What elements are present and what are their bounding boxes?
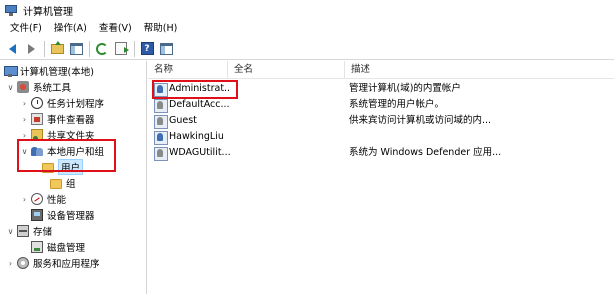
tree-label-performance: 性能: [47, 195, 67, 206]
export-list-icon[interactable]: [113, 41, 129, 57]
column-header-name[interactable]: 名称: [148, 61, 228, 78]
chevron-down-icon[interactable]: ∨: [20, 143, 29, 159]
tree-item-shared-folders[interactable]: › 共享文件夹: [20, 127, 95, 143]
chevron-down-icon[interactable]: ∨: [6, 79, 15, 95]
tree-item-disk-management[interactable]: 磁盘管理: [31, 239, 85, 255]
tree-label-users: 用户: [58, 159, 84, 175]
tree-label-services-apps: 服务和应用程序: [33, 259, 100, 270]
folder-icon: [50, 179, 62, 189]
show-hide-tree-icon[interactable]: [68, 41, 84, 57]
computer-icon: [4, 65, 18, 77]
tree-item-groups[interactable]: 组: [50, 175, 76, 191]
toolbox-icon: [17, 81, 29, 93]
title-bar: 计算机管理: [0, 0, 614, 20]
help-icon[interactable]: ?: [139, 41, 155, 57]
row-description: 管理计算机(域)的内置帐户: [349, 83, 461, 94]
tree-item-services-apps[interactable]: › 服务和应用程序: [6, 255, 100, 271]
menu-help[interactable]: 帮助(H): [138, 20, 184, 38]
tree-item-system-tools[interactable]: ∨ 系统工具: [6, 79, 71, 95]
chevron-right-icon[interactable]: ›: [6, 255, 15, 271]
row-name: WDAGUtilit...: [169, 147, 231, 158]
properties-pane-icon[interactable]: [158, 41, 174, 57]
row-fullname: [234, 145, 344, 161]
table-row[interactable]: WDAGUtilit... 系统为 Windows Defender 应用...: [148, 145, 614, 161]
refresh-icon[interactable]: [94, 41, 110, 57]
navigation-tree: 计算机管理(本地) ∨ 系统工具 › 任务计划程序 › 事件查看器 › 共享文件…: [0, 61, 147, 294]
row-name: Guest: [169, 115, 197, 126]
up-folder-icon[interactable]: [49, 40, 65, 57]
storage-icon: [17, 225, 29, 237]
menu-action[interactable]: 操作(A): [48, 20, 93, 38]
tree-item-event-viewer[interactable]: › 事件查看器: [20, 111, 95, 127]
disabled-user-icon: [154, 147, 168, 161]
tree-item-root[interactable]: 计算机管理(本地): [4, 63, 94, 79]
folder-icon: [42, 163, 54, 173]
disk-icon: [31, 241, 43, 253]
user-icon: [154, 83, 168, 97]
chevron-right-icon[interactable]: ›: [20, 111, 29, 127]
row-description: [349, 129, 611, 145]
table-row[interactable]: HawkingLiu: [148, 129, 614, 145]
tree-item-storage[interactable]: ∨ 存储: [6, 223, 52, 239]
menu-file[interactable]: 文件(F): [4, 20, 48, 38]
computer-management-icon: [5, 4, 17, 16]
row-name: HawkingLiu: [169, 131, 224, 142]
toolbar: ?: [0, 38, 614, 60]
user-list-pane: 名称 全名 描述 Administrat... 管理计算机(域)的内置帐户 De…: [148, 61, 614, 294]
clock-icon: [31, 97, 43, 109]
row-description: 供来宾访问计算机或访问域的内...: [349, 115, 492, 126]
table-row[interactable]: Guest 供来宾访问计算机或访问域的内...: [148, 113, 614, 129]
window-title: 计算机管理: [23, 6, 73, 18]
toolbar-separator: [134, 40, 135, 57]
row-name: DefaultAcc...: [169, 99, 230, 110]
menu-bar: 文件(F) 操作(A) 查看(V) 帮助(H): [0, 20, 614, 38]
disabled-user-icon: [154, 99, 168, 113]
row-fullname: [234, 113, 344, 129]
header-divider: [148, 78, 614, 79]
row-fullname: [234, 129, 344, 145]
shared-folder-icon: [31, 129, 43, 141]
chevron-down-icon[interactable]: ∨: [6, 223, 15, 239]
performance-gauge-icon: [31, 193, 43, 205]
row-fullname: [234, 81, 344, 97]
row-name: Administrat...: [169, 83, 231, 94]
event-log-icon: [31, 113, 43, 125]
users-group-icon: [31, 145, 43, 157]
back-arrow-icon[interactable]: [4, 41, 20, 57]
tree-label-shared-folders: 共享文件夹: [47, 131, 95, 142]
tree-label-task-scheduler: 任务计划程序: [47, 99, 105, 110]
disabled-user-icon: [154, 115, 168, 129]
row-description: 系统为 Windows Defender 应用...: [349, 147, 502, 158]
forward-arrow-icon[interactable]: [23, 41, 39, 57]
tree-item-task-scheduler[interactable]: › 任务计划程序: [20, 95, 104, 111]
row-description: 系统管理的用户帐户。: [349, 99, 445, 110]
table-row[interactable]: Administrat... 管理计算机(域)的内置帐户: [148, 81, 614, 97]
device-manager-icon: [31, 209, 43, 221]
tree-item-local-users-groups[interactable]: ∨ 本地用户和组: [20, 143, 104, 159]
toolbar-separator: [44, 40, 45, 57]
column-header-fullname[interactable]: 全名: [228, 61, 345, 78]
table-row[interactable]: DefaultAcc... 系统管理的用户帐户。: [148, 97, 614, 113]
tree-label-system-tools: 系统工具: [33, 83, 72, 94]
tree-item-performance[interactable]: › 性能: [20, 191, 66, 207]
row-fullname: [234, 97, 344, 113]
chevron-right-icon[interactable]: ›: [20, 95, 29, 111]
tree-label-storage: 存储: [33, 227, 53, 238]
chevron-right-icon[interactable]: ›: [20, 127, 29, 143]
chevron-right-icon[interactable]: ›: [20, 191, 29, 207]
tree-label-disk-management: 磁盘管理: [47, 243, 86, 254]
tree-label-event-viewer: 事件查看器: [47, 115, 95, 126]
toolbar-separator: [89, 40, 90, 57]
tree-item-users[interactable]: 用户: [42, 159, 84, 175]
tree-label-root: 计算机管理(本地): [20, 67, 94, 78]
user-icon: [154, 131, 168, 145]
tree-item-device-manager[interactable]: 设备管理器: [31, 207, 95, 223]
tree-label-groups: 组: [66, 179, 76, 190]
column-header-description[interactable]: 描述: [345, 61, 614, 78]
services-icon: [17, 257, 29, 269]
menu-view[interactable]: 查看(V): [93, 20, 138, 38]
tree-label-local-users-groups: 本地用户和组: [47, 147, 105, 158]
tree-label-device-manager: 设备管理器: [47, 211, 95, 222]
